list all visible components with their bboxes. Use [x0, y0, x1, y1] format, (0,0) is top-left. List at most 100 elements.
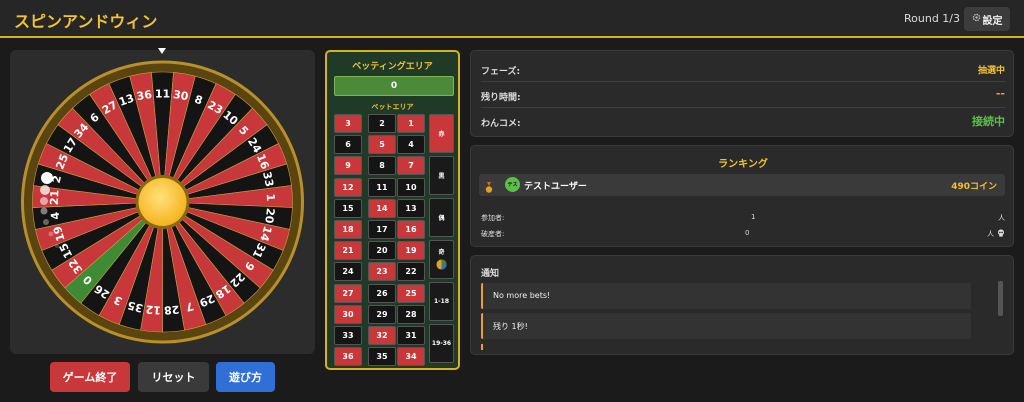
- ball-trail: [40, 207, 48, 215]
- notification-item: 残り 1秒!: [481, 313, 971, 339]
- time-label: 残り時間:: [481, 93, 521, 103]
- bet-cell-18[interactable]: 18: [334, 220, 362, 239]
- bet-cell-30[interactable]: 30: [334, 304, 362, 324]
- bet-cell-1[interactable]: 1: [397, 114, 425, 133]
- bet-cell-34[interactable]: 34: [397, 347, 425, 367]
- wheel-number: 21: [48, 189, 62, 205]
- wheel-panel: 0 32 15 19 4 21 2 25 17 34 6 27 13 36 11 30 8 23 10 5 24 16 33…: [10, 50, 315, 354]
- wheel-hub: [138, 178, 187, 226]
- bet-cell-9[interactable]: 9: [334, 156, 362, 176]
- bet-cell-21[interactable]: 21: [334, 241, 362, 261]
- bet-cell-2[interactable]: 2: [368, 114, 396, 133]
- bet-cell-16[interactable]: 16: [397, 220, 425, 239]
- ranking-row: テス テストユーザー 490コイン: [479, 174, 1005, 196]
- bet-cell-14[interactable]: 14: [368, 198, 396, 218]
- wheel-number: 12: [145, 302, 161, 316]
- participants-unit: 人: [998, 214, 1005, 222]
- wheel-number: 20: [262, 207, 277, 224]
- notifications-panel: 通知 No more bets! 残り 1秒!: [470, 255, 1014, 355]
- bet-cell-27[interactable]: 27: [334, 283, 362, 303]
- time-value: --: [995, 87, 1005, 100]
- bet-cell-29[interactable]: 29: [368, 304, 396, 324]
- notification-item-partial: [481, 344, 483, 350]
- bet-cell-31[interactable]: 31: [397, 326, 425, 345]
- ranking-title: ランキング: [718, 159, 768, 170]
- bet-cell-23[interactable]: 23: [368, 262, 396, 282]
- pie-chip-icon: [436, 259, 447, 272]
- ranking-panel: ランキング テス テストユーザー 490コイン 参加者: 1 人 破産者: 0 …: [470, 145, 1014, 247]
- status-panel: フェーズ: 抽選中 残り時間: -- わんコメ: 接続中: [470, 50, 1014, 137]
- bet-side-6[interactable]: 19-36: [429, 324, 454, 363]
- betting-title: ベッティングエリア: [352, 62, 433, 72]
- comment-status: 接続中: [972, 115, 1005, 128]
- bet-area-label: ベットエリア: [371, 103, 414, 111]
- bet-side-label: 偶: [438, 215, 445, 222]
- bet-cell-6[interactable]: 6: [334, 135, 362, 155]
- bet-cell-17[interactable]: 17: [368, 220, 396, 239]
- bet-cell-22[interactable]: 22: [397, 262, 425, 282]
- bet-cell-20[interactable]: 20: [368, 241, 396, 261]
- bet-cell-26[interactable]: 26: [368, 283, 396, 303]
- wheel-number: 30: [172, 88, 190, 103]
- medal-icon: [485, 179, 493, 198]
- bet-side-label: 19-36: [431, 340, 452, 347]
- bankrupt-value: 0: [745, 229, 750, 237]
- bet-cell-3[interactable]: 3: [334, 114, 362, 133]
- bet-cell-13[interactable]: 13: [397, 198, 425, 218]
- phase-label: フェーズ:: [481, 67, 521, 77]
- bet-cell-33[interactable]: 33: [334, 326, 362, 345]
- skull-icon: [997, 229, 1005, 239]
- betting-area: ベッティングエリア 0 ベットエリア 3 2 1 6 5 4 9 8 7 12 11 10 15 14 13…: [325, 50, 460, 370]
- ball-trail: [48, 231, 54, 237]
- bet-cell-7[interactable]: 7: [397, 156, 425, 176]
- wheel-number: 36: [136, 88, 154, 103]
- comment-row: わんコメ: 接続中: [481, 108, 1005, 134]
- comment-label: わんコメ:: [481, 119, 521, 129]
- bet-cell-35[interactable]: 35: [368, 347, 396, 367]
- app-title: スピンアンドウィン: [14, 12, 158, 31]
- wheel-number: 1: [264, 193, 277, 201]
- bet-side-label: 奇: [438, 249, 445, 256]
- bet-cell-32[interactable]: 32: [368, 326, 396, 345]
- player-coins: 490コイン: [951, 182, 997, 192]
- bet-cell-36[interactable]: 36: [334, 347, 362, 367]
- reset-button[interactable]: リセット: [138, 362, 209, 392]
- bet-cell-24[interactable]: 24: [334, 262, 362, 282]
- settings-button[interactable]: 設定: [964, 7, 1010, 31]
- bankrupt-label: 破産者:: [481, 230, 505, 238]
- bet-side-label: 黒: [438, 173, 445, 180]
- bet-side-3[interactable]: 偶: [429, 198, 454, 237]
- bet-cell-19[interactable]: 19: [397, 241, 425, 261]
- bet-side-1[interactable]: 赤: [429, 114, 454, 153]
- roulette-wheel[interactable]: 0321519421225173462713 36 11 30 8 23105241633…: [10, 50, 315, 354]
- notification-item: No more bets!: [481, 283, 971, 309]
- bet-cell-12[interactable]: 12: [334, 177, 362, 197]
- wheel-number: 28: [163, 302, 179, 316]
- ball-trail: [40, 185, 50, 195]
- wheel-pointer-icon: [158, 48, 166, 54]
- bet-amount[interactable]: 0: [334, 76, 454, 96]
- participants-value: 1: [751, 213, 756, 221]
- bet-cell-25[interactable]: 25: [397, 283, 425, 303]
- bet-side-4[interactable]: 奇: [429, 240, 454, 279]
- round-indicator: Round 1/3: [904, 12, 961, 25]
- bet-cell-4[interactable]: 4: [397, 135, 425, 155]
- end-game-button[interactable]: ゲーム終了: [50, 362, 130, 392]
- bet-cell-8[interactable]: 8: [368, 156, 396, 176]
- bet-cell-11[interactable]: 11: [368, 177, 396, 197]
- bet-cell-15[interactable]: 15: [334, 198, 362, 218]
- notifications-scrollbar[interactable]: [998, 281, 1003, 316]
- bet-side-5[interactable]: 1-18: [429, 282, 454, 321]
- participants-label: 参加者:: [481, 214, 505, 222]
- bet-side-2[interactable]: 黒: [429, 156, 454, 195]
- phase-row: フェーズ: 抽選中: [481, 56, 1005, 82]
- player-name: テストユーザー: [524, 182, 587, 192]
- bet-cell-10[interactable]: 10: [397, 177, 425, 197]
- wheel-number: 11: [155, 88, 170, 101]
- time-row: 残り時間: --: [481, 82, 1005, 108]
- how-to-play-button[interactable]: 遊び方: [216, 362, 275, 392]
- bankrupt-unit: 人: [987, 230, 994, 238]
- bet-cell-5[interactable]: 5: [368, 135, 396, 155]
- settings-label: 設定: [982, 15, 1003, 27]
- bet-cell-28[interactable]: 28: [397, 304, 425, 324]
